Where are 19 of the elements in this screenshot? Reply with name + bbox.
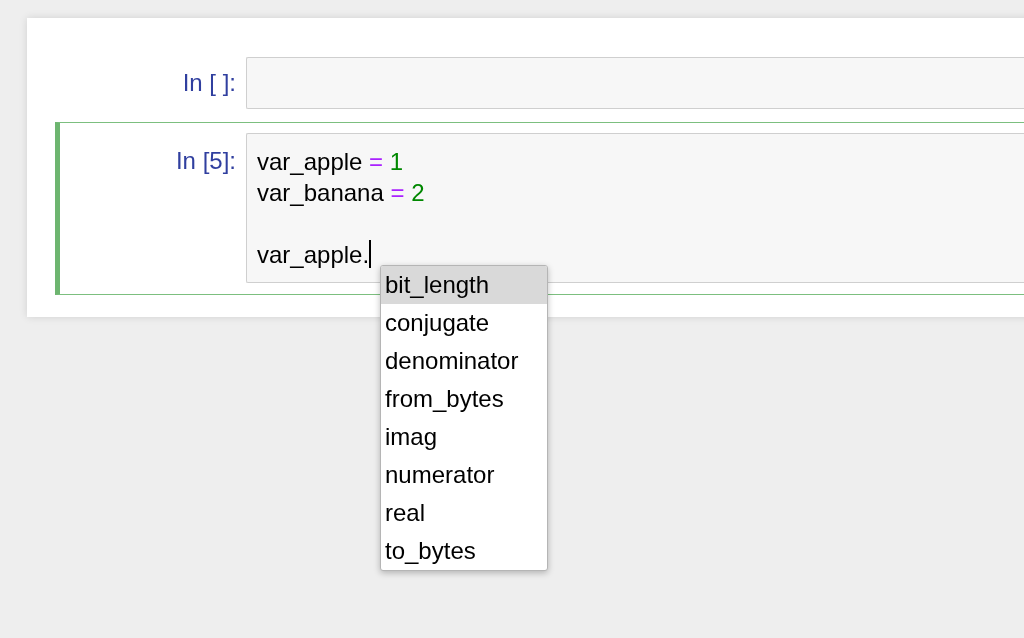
completion-item[interactable]: denominator — [381, 342, 547, 380]
code-cell[interactable]: In [ ]: — [55, 56, 1024, 121]
operator-token: = — [390, 179, 405, 206]
cell-prompt: In [ ]: — [181, 68, 237, 98]
completion-item[interactable]: imag — [381, 418, 547, 456]
number-token: 1 — [389, 148, 404, 175]
code-token: var_apple. — [257, 241, 370, 268]
completion-item[interactable]: from_bytes — [381, 380, 547, 418]
completion-item[interactable]: bit_length — [381, 266, 547, 304]
operator-token: = — [369, 148, 384, 175]
code-token: var_banana — [257, 179, 384, 206]
code-input[interactable] — [246, 57, 1024, 109]
completion-item[interactable]: to_bytes — [381, 532, 547, 570]
completion-item[interactable]: real — [381, 494, 547, 532]
code-token: var_apple — [257, 148, 363, 175]
completion-item[interactable]: conjugate — [381, 304, 547, 342]
completion-item[interactable]: numerator — [381, 456, 547, 494]
number-token: 2 — [411, 179, 425, 206]
cell-prompt: In [5]: — [174, 146, 237, 176]
